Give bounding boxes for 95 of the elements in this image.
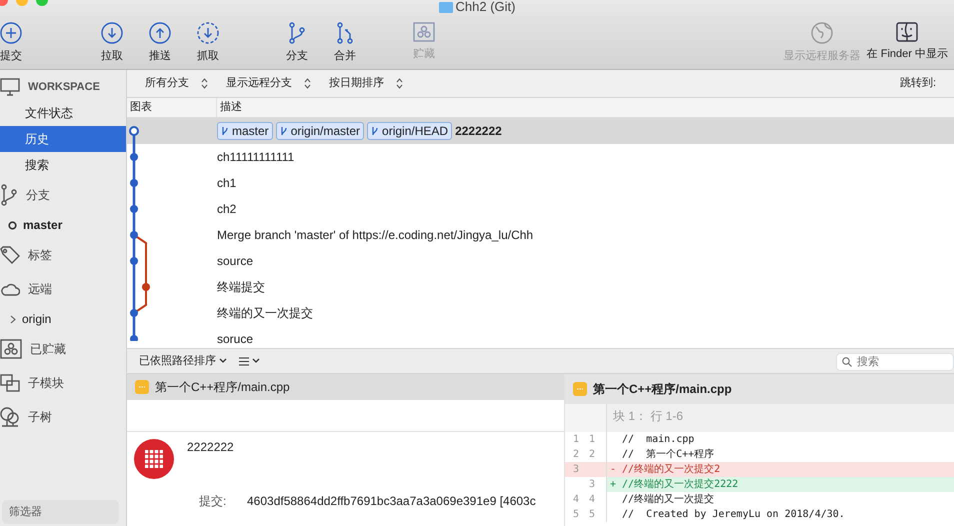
- line-number: 5: [588, 508, 596, 522]
- code-text: //终端的又一次提交: [621, 492, 714, 507]
- toolbar-button[interactable]: 在 Finder 中显示: [866, 22, 948, 64]
- stash-icon: [413, 22, 435, 42]
- search-field[interactable]: 搜索: [836, 352, 954, 370]
- hunk-header: 块 1： 行 1-6: [607, 404, 954, 432]
- commit-row[interactable]: ch1: [127, 170, 954, 196]
- updown-caret-icon: [396, 78, 403, 89]
- list-icon: [239, 356, 249, 366]
- commit-hash: 4603df58864dd2ffb7691bc3aa7a3a069e391e9 [4603c: [247, 493, 536, 510]
- branch-icon: [371, 126, 380, 136]
- commit-row[interactable]: ch11111111111: [127, 144, 954, 170]
- toolbar-button[interactable]: 推送: [143, 22, 177, 64]
- section-heading: 已贮藏: [30, 341, 66, 358]
- plus-icon: [0, 22, 22, 44]
- code-text: // Created by JeremyLu on 2018/4/30.: [621, 508, 845, 522]
- sidebar-item[interactable]: 历史: [0, 126, 126, 152]
- stash-icon: [0, 339, 22, 359]
- commit-row[interactable]: 终端提交: [127, 274, 954, 300]
- toolbar-button[interactable]: 提交: [0, 22, 28, 64]
- toolbar-button[interactable]: 抓取: [191, 22, 225, 64]
- avatar-icon: [133, 438, 175, 480]
- file-row[interactable]: 第一个C++程序/main.cpp: [127, 374, 564, 400]
- line-number: 2: [588, 448, 596, 462]
- globe-icon: [811, 22, 834, 44]
- view-mode-button[interactable]: [239, 356, 260, 366]
- remote-item[interactable]: origin: [0, 306, 126, 332]
- sidebar-item[interactable]: 搜索: [0, 152, 126, 178]
- code-text: - //终端的又一次提交2: [609, 462, 720, 477]
- sidebar-item[interactable]: 文件状态: [0, 100, 126, 126]
- commit-row[interactable]: 终端的又一次提交: [127, 300, 954, 326]
- toolbar-button[interactable]: 分支: [280, 22, 314, 64]
- code-text: // 第一个C++程序: [621, 448, 714, 462]
- window-title: Chh2 (Git): [456, 0, 516, 14]
- section-heading: WORKSPACE: [28, 80, 100, 95]
- filter-dropdown[interactable]: 显示远程分支: [226, 75, 311, 92]
- section-heading: 远端: [28, 281, 52, 298]
- updown-caret-icon: [304, 78, 311, 89]
- line-number: 4: [572, 493, 580, 507]
- toolbar-button[interactable]: 拉取: [95, 22, 129, 64]
- filter-dropdown[interactable]: 所有分支: [145, 75, 208, 92]
- upload-icon: [149, 22, 171, 44]
- commit-row[interactable]: ch2: [127, 196, 954, 222]
- chevron-icon: [10, 314, 16, 324]
- submodule-icon: [0, 374, 20, 392]
- current-branch-icon: [8, 220, 17, 230]
- line-number: 1: [572, 433, 580, 447]
- updown-caret-icon: [201, 78, 208, 89]
- caret-icon: [219, 358, 227, 364]
- cloud-icon: [0, 281, 20, 297]
- sort-dropdown[interactable]: 已依照路径排序: [139, 352, 227, 370]
- line-number: 1: [588, 433, 596, 447]
- folder-icon: [438, 2, 453, 12]
- column-header: 描述: [219, 100, 242, 115]
- column-header: 图表: [127, 98, 217, 117]
- commit-row[interactable]: master origin/master origin/HEAD 2222222: [127, 118, 954, 144]
- download-icon: [197, 22, 219, 44]
- code-text: + //终端的又一次提交2222: [609, 478, 738, 492]
- line-number: 3: [572, 463, 580, 477]
- line-number: 4: [588, 493, 596, 507]
- branch-icon: [280, 126, 288, 136]
- commit-message: 2222222: [187, 439, 234, 456]
- modified-file-icon: [573, 382, 587, 396]
- section-heading: 子模块: [28, 375, 64, 392]
- line-number: 2: [572, 448, 580, 462]
- download-icon: [101, 22, 123, 44]
- monitor-icon: [0, 78, 20, 96]
- caret-icon: [252, 358, 260, 364]
- branch-label: master: [217, 122, 273, 140]
- branch-icon: [0, 184, 18, 206]
- commit-row[interactable]: Merge branch 'master' of https://e.coding.net/Jingya_lu/Chh: [127, 222, 954, 248]
- line-number: 5: [572, 508, 580, 522]
- commit-row[interactable]: soruce: [127, 326, 954, 348]
- tag-icon: [0, 246, 20, 264]
- jump-label: 跳转到:: [900, 76, 936, 92]
- branch-icon: [288, 22, 306, 44]
- finder-icon: [896, 22, 918, 42]
- branch-item[interactable]: master: [0, 212, 126, 238]
- filter-dropdown[interactable]: 按日期排序: [329, 75, 403, 92]
- section-heading: 标签: [28, 247, 52, 264]
- section-heading: 子树: [28, 409, 52, 426]
- code-text: // main.cpp: [621, 433, 694, 447]
- field-label: 提交:: [199, 493, 228, 510]
- toolbar-button[interactable]: 合并: [328, 22, 362, 64]
- tree-icon: [0, 407, 20, 427]
- modified-file-icon: [135, 380, 149, 394]
- line-number: 3: [588, 478, 596, 492]
- filter-field[interactable]: 筛选器: [2, 500, 119, 524]
- branch-label: origin/master: [276, 122, 364, 140]
- commit-row[interactable]: source: [127, 248, 954, 274]
- section-heading: 分支: [26, 187, 50, 204]
- diff-file-header: 第一个C++程序/main.cpp: [565, 374, 954, 404]
- branch-icon: [221, 126, 229, 136]
- merge-icon: [336, 22, 354, 44]
- branch-label: origin/HEAD: [367, 122, 452, 140]
